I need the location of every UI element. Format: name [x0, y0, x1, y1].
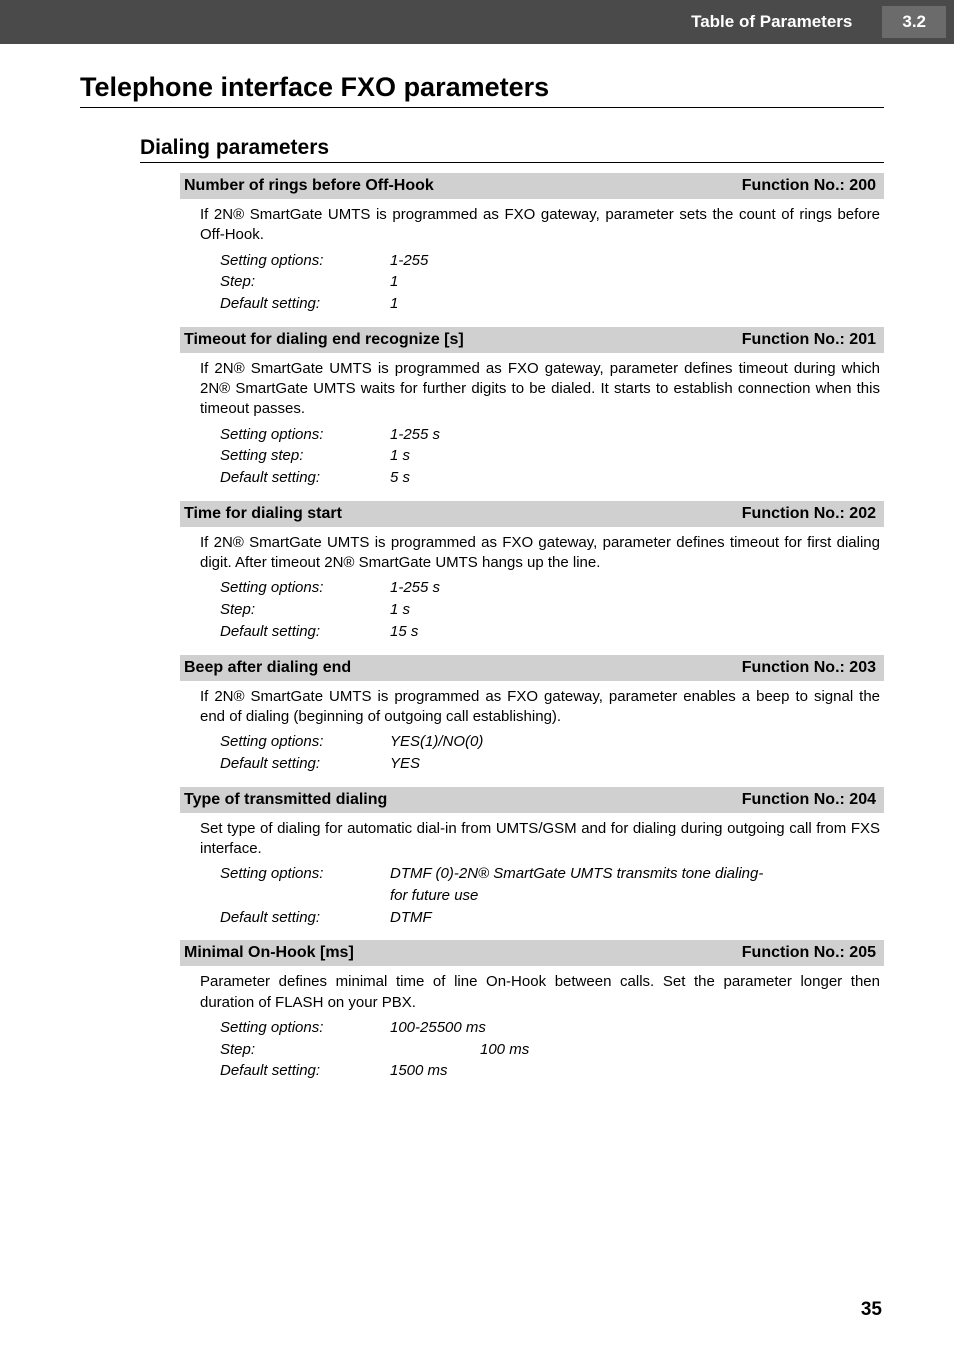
- parameter-header: Number of rings before Off-Hook Function …: [180, 173, 884, 199]
- setting-value: DTMF (0)-2N® SmartGate UMTS transmits to…: [390, 863, 884, 885]
- parameter-setting-row: Step:100 ms: [180, 1039, 884, 1061]
- parameter-title: Type of transmitted dialing: [184, 791, 387, 809]
- setting-value: 1-255: [390, 250, 884, 272]
- parameter-setting-row: Step:1 s: [180, 599, 884, 621]
- parameter-header: Minimal On-Hook [ms] Function No.: 205: [180, 940, 884, 966]
- setting-value: 1: [390, 271, 884, 293]
- parameter-function-number: Function No.: 203: [742, 659, 876, 677]
- parameter-title: Time for dialing start: [184, 505, 342, 523]
- header-bar: Table of Parameters 3.2: [0, 0, 954, 44]
- parameter-setting-row: Setting step:1 s: [180, 445, 884, 467]
- parameter-title: Minimal On-Hook [ms]: [184, 944, 354, 962]
- parameter-block: Number of rings before Off-Hook Function …: [180, 173, 884, 315]
- section-heading: Dialing parameters: [140, 136, 884, 160]
- setting-value: 15 s: [390, 621, 884, 643]
- setting-value: 100 ms: [390, 1039, 884, 1061]
- setting-label: Default setting:: [220, 907, 390, 929]
- parameter-description: If 2N® SmartGate UMTS is programmed as F…: [180, 359, 884, 424]
- parameter-description: If 2N® SmartGate UMTS is programmed as F…: [180, 533, 884, 578]
- setting-value: 1 s: [390, 599, 884, 621]
- setting-label: Default setting:: [220, 467, 390, 489]
- setting-label: Default setting:: [220, 621, 390, 643]
- parameter-block: Beep after dialing end Function No.: 203 I…: [180, 655, 884, 775]
- parameter-header: Time for dialing start Function No.: 202: [180, 501, 884, 527]
- setting-label: Step:: [220, 271, 390, 293]
- parameter-function-number: Function No.: 201: [742, 331, 876, 349]
- header-title: Table of Parameters: [691, 12, 882, 32]
- header-section-number: 3.2: [882, 6, 946, 38]
- setting-value: 5 s: [390, 467, 884, 489]
- setting-value: 1500 ms: [390, 1060, 884, 1082]
- parameter-setting-row: Setting options:DTMF (0)-2N® SmartGate U…: [180, 863, 884, 885]
- parameter-description: If 2N® SmartGate UMTS is programmed as F…: [180, 205, 884, 250]
- setting-label: Default setting:: [220, 753, 390, 775]
- parameter-function-number: Function No.: 204: [742, 791, 876, 809]
- setting-value: YES(1)/NO(0): [390, 731, 884, 753]
- parameter-setting-row: Setting options:YES(1)/NO(0): [180, 731, 884, 753]
- parameter-setting-row: Setting options:100-25500 ms: [180, 1017, 884, 1039]
- setting-label: Setting options:: [220, 731, 390, 753]
- parameter-function-number: Function No.: 200: [742, 177, 876, 195]
- setting-value: 1-255 s: [390, 577, 884, 599]
- setting-label: Step:: [220, 599, 390, 621]
- parameter-header: Timeout for dialing end recognize [s] Fun…: [180, 327, 884, 353]
- h2-rule: [140, 162, 884, 163]
- setting-label: Default setting:: [220, 293, 390, 315]
- parameter-block: Time for dialing start Function No.: 202 I…: [180, 501, 884, 643]
- parameter-title: Beep after dialing end: [184, 659, 351, 677]
- parameter-setting-row: Default setting:1: [180, 293, 884, 315]
- setting-value: 1: [390, 293, 884, 315]
- setting-value: YES: [390, 753, 884, 775]
- setting-value: 1-255 s: [390, 424, 884, 446]
- parameter-setting-row: Default setting:1500 ms: [180, 1060, 884, 1082]
- setting-label: Setting options:: [220, 863, 390, 885]
- setting-label: Setting options:: [220, 1017, 390, 1039]
- parameter-setting-row: Setting options:1-255 s: [180, 577, 884, 599]
- parameter-setting-row: Default setting:5 s: [180, 467, 884, 489]
- setting-label: Default setting:: [220, 1060, 390, 1082]
- parameter-title: Timeout for dialing end recognize [s]: [184, 331, 464, 349]
- page-content: Telephone interface FXO parameters Diali…: [0, 72, 954, 1082]
- setting-label: Setting options:: [220, 424, 390, 446]
- parameter-header: Beep after dialing end Function No.: 203: [180, 655, 884, 681]
- setting-label: Step:: [220, 1039, 390, 1061]
- parameter-block: Timeout for dialing end recognize [s] Fun…: [180, 327, 884, 489]
- setting-label: Setting options:: [220, 250, 390, 272]
- parameter-setting-row: Default setting:YES: [180, 753, 884, 775]
- parameter-header: Type of transmitted dialing Function No.:…: [180, 787, 884, 813]
- parameter-title: Number of rings before Off-Hook: [184, 177, 434, 195]
- parameter-description: Parameter defines minimal time of line O…: [180, 972, 884, 1017]
- parameter-setting-row: Default setting:15 s: [180, 621, 884, 643]
- setting-value: DTMF: [390, 907, 884, 929]
- parameter-block: Type of transmitted dialing Function No.:…: [180, 787, 884, 929]
- parameter-setting-row: Setting options:1-255: [180, 250, 884, 272]
- parameter-function-number: Function No.: 202: [742, 505, 876, 523]
- setting-value: 1 s: [390, 445, 884, 467]
- parameter-setting-row: Setting options:1-255 s: [180, 424, 884, 446]
- setting-label: Setting options:: [220, 577, 390, 599]
- parameter-block: Minimal On-Hook [ms] Function No.: 205 Par…: [180, 940, 884, 1082]
- setting-label: Setting step:: [220, 445, 390, 467]
- setting-value-extra: for future use: [180, 885, 884, 907]
- setting-value: 100-25500 ms: [390, 1017, 884, 1039]
- parameter-function-number: Function No.: 205: [742, 944, 876, 962]
- parameter-setting-row: Default setting:DTMF: [180, 907, 884, 929]
- page-heading: Telephone interface FXO parameters: [80, 72, 884, 103]
- parameter-setting-row: Step:1: [180, 271, 884, 293]
- h1-rule: [80, 107, 884, 108]
- parameter-description: Set type of dialing for automatic dial-i…: [180, 819, 884, 864]
- page-number: 35: [861, 1299, 882, 1321]
- parameter-description: If 2N® SmartGate UMTS is programmed as F…: [180, 687, 884, 732]
